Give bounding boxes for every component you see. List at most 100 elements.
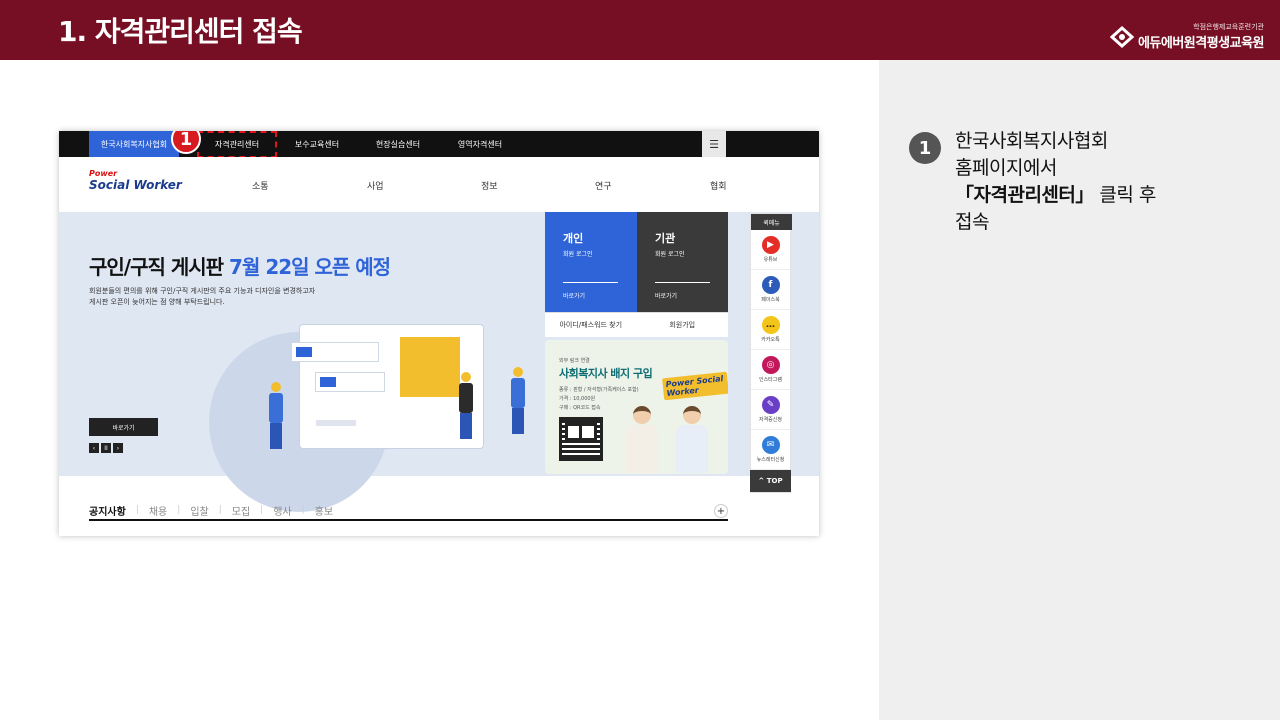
tab-separator: |	[135, 505, 139, 515]
tab-notice[interactable]: 공지사항	[89, 503, 126, 518]
logo-power-text: Power	[89, 169, 118, 178]
illustration-bar	[316, 420, 356, 426]
illustration-worker	[457, 372, 475, 442]
badge-kicker: 외부 링크 연결	[559, 358, 590, 364]
divider	[655, 282, 710, 283]
illustration-card	[291, 342, 379, 362]
tab-events[interactable]: 행사	[273, 503, 291, 518]
personal-login-title: 개인	[563, 232, 584, 245]
hero-title-highlight: 7월 22일 오픈 예정	[229, 255, 391, 279]
quick-item-instagram[interactable]: ◎ 인스타그램	[751, 350, 790, 390]
personal-login-subtitle: 회원 로그인	[563, 251, 593, 258]
website-screenshot: 한국사회복지사협회 자격관리센터 보수교육센터 현장실습센터 영역자격센터 ☰ …	[59, 131, 819, 536]
quick-item-kakaotalk[interactable]: … 카카오톡	[751, 310, 790, 350]
brand-subtitle: 학점은행제교육훈련기관	[1193, 23, 1264, 31]
badge-illustration-person	[675, 406, 709, 474]
gnb-tab-association[interactable]: 한국사회복지사협회	[89, 131, 179, 157]
tab-separator: |	[260, 505, 264, 515]
quick-item-label: 자격증신청	[758, 417, 782, 423]
illustration-worker	[509, 367, 527, 437]
nav-item-communication[interactable]: 소통	[252, 179, 269, 192]
quick-menu: 퀵메뉴 ▶ 유튜브 f 페이스북 … 카카오톡 ◎ 인스타그램 ✎ 자격증신청	[750, 213, 792, 493]
slider-pause-icon[interactable]: II	[101, 443, 111, 453]
instruction-highlight: 「자격관리센터」	[955, 184, 1094, 206]
nav-item-research[interactable]: 연구	[595, 179, 612, 192]
quick-item-facebook[interactable]: f 페이스북	[751, 270, 790, 310]
badge-info-line: 종류 : 핀형 / 자석형(가족케이스 포함)	[559, 387, 639, 393]
hero-description: 회원분들의 편의를 위해 구인/구직 게시판의 주요 기능과 디자인을 변경하고…	[89, 286, 389, 308]
scroll-top-label: TOP	[766, 477, 783, 485]
quick-item-label: 페이스북	[761, 297, 780, 303]
slider-prev-icon[interactable]: ‹	[89, 443, 99, 453]
hero-banner: 구인/구직 게시판 7월 22일 오픈 예정 회원분들의 편의를 위해 구인/구…	[59, 212, 819, 512]
brand-name: 에듀에버원격평생교육원	[1137, 36, 1265, 51]
instruction-line-2: 홈페이지에서	[955, 157, 1057, 179]
badge-info-line: 가격 : 10,000원	[559, 396, 596, 402]
certificate-icon: ✎	[761, 396, 780, 414]
scroll-top-button[interactable]: ^ TOP	[750, 470, 791, 492]
quick-item-label: 카카오톡	[761, 337, 780, 343]
badge-title: 사회복지사 배지 구입	[559, 367, 653, 380]
instagram-icon: ◎	[761, 356, 780, 374]
hamburger-menu-icon[interactable]: ☰	[702, 131, 726, 157]
badge-logo: Power Social Worker	[662, 371, 728, 401]
highlight-box	[197, 131, 277, 158]
slider-controls: ‹ II ›	[89, 443, 123, 453]
gnb-tab-continuing-education[interactable]: 보수교육센터	[277, 131, 357, 157]
badge-purchase-card[interactable]: 외부 링크 연결 사회복지사 배지 구입 종류 : 핀형 / 자석형(가족케이스…	[545, 340, 728, 474]
youtube-icon: ▶	[761, 236, 780, 254]
gnb-tab-domain-qualification[interactable]: 영역자격센터	[439, 131, 521, 157]
divider	[563, 282, 618, 283]
join-link[interactable]: 회원가입	[636, 312, 728, 337]
hero-illustration	[209, 312, 529, 512]
logo-name-text: Social Worker	[89, 178, 182, 192]
quick-menu-header: 퀵메뉴	[751, 214, 792, 230]
find-account-link[interactable]: 아이디/패스워드 찾기	[545, 312, 637, 337]
illustration-card	[315, 372, 385, 392]
tab-separator: |	[301, 505, 305, 515]
org-login-subtitle: 회원 로그인	[655, 251, 685, 258]
gnb-tab-field-practice[interactable]: 현장실습센터	[357, 131, 439, 157]
tab-recruitment[interactable]: 채용	[149, 503, 167, 518]
nav-item-association[interactable]: 협회	[710, 179, 727, 192]
quick-item-youtube[interactable]: ▶ 유튜브	[751, 230, 790, 270]
hero-title: 구인/구직 게시판 7월 22일 오픈 예정	[89, 251, 391, 280]
account-links: 아이디/패스워드 찾기 회원가입	[545, 312, 728, 337]
personal-login-box[interactable]: 개인 회원 로그인 바로가기	[545, 212, 637, 312]
tab-separator: |	[177, 505, 181, 515]
badge-illustration-person	[625, 406, 659, 474]
hero-title-main: 구인/구직 게시판	[89, 255, 224, 279]
hero-go-button[interactable]: 바로가기	[89, 418, 158, 436]
tab-application[interactable]: 모집	[232, 503, 250, 518]
qr-code-icon[interactable]	[559, 417, 603, 461]
quick-item-label: 유튜브	[763, 257, 778, 263]
more-plus-icon[interactable]: +	[714, 504, 728, 518]
tab-bidding[interactable]: 입찰	[190, 503, 208, 518]
org-login-title: 기관	[655, 232, 676, 245]
quick-item-certificate[interactable]: ✎ 자격증신청	[751, 390, 790, 430]
personal-login-link[interactable]: 바로가기	[563, 291, 585, 300]
newsletter-icon: ✉	[761, 436, 780, 454]
illustration-paint-block	[400, 337, 460, 397]
site-logo[interactable]: Power Social Worker	[89, 169, 182, 192]
facebook-icon: f	[761, 276, 780, 294]
hero-description-line-1: 회원분들의 편의를 위해 구인/구직 게시판의 주요 기능과 디자인을 변경하고…	[89, 287, 316, 295]
slider-next-icon[interactable]: ›	[113, 443, 123, 453]
instruction-line-3: 「자격관리센터」 클릭 후	[955, 182, 1255, 209]
org-login-box[interactable]: 기관 회원 로그인 바로가기	[637, 212, 728, 312]
instruction-line-3-rest: 클릭 후	[1093, 184, 1156, 206]
tab-promotion[interactable]: 홍보	[315, 503, 333, 518]
tab-separator: |	[218, 505, 222, 515]
slide-header-bar: 1. 자격관리센터 접속 학점은행제교육훈련기관 에듀에버원격평생교육원	[0, 0, 1280, 60]
quick-item-newsletter[interactable]: ✉ 뉴스레터신청	[751, 430, 790, 470]
chevron-up-icon: ^	[758, 477, 767, 485]
org-login-link[interactable]: 바로가기	[655, 291, 677, 300]
slide-title: 1. 자격관리센터 접속	[58, 15, 303, 48]
quick-item-label: 인스타그램	[758, 377, 782, 383]
site-header: Power Social Worker 소통 사업 정보 연구 협회	[59, 157, 819, 212]
instruction-line-4: 접속	[955, 211, 989, 233]
brand-mark-icon	[1109, 25, 1134, 48]
nav-item-business[interactable]: 사업	[367, 179, 384, 192]
brand-logo: 학점은행제교육훈련기관 에듀에버원격평생교육원	[1109, 22, 1265, 51]
nav-item-information[interactable]: 정보	[481, 179, 498, 192]
